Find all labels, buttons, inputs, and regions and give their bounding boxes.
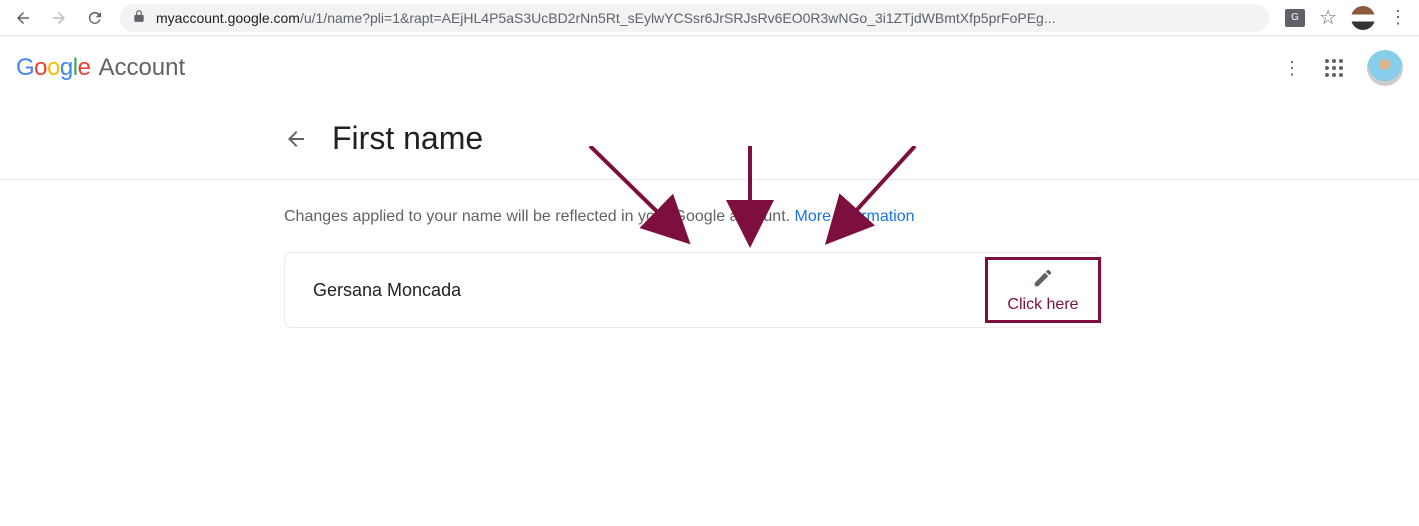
more-information-link[interactable]: More information xyxy=(795,208,915,225)
name-value: Gersana Moncada xyxy=(313,280,461,301)
logo-letter: g xyxy=(60,54,73,81)
bookmark-star-icon[interactable]: ☆ xyxy=(1319,5,1337,30)
url-host: myaccount.google.com xyxy=(156,10,300,26)
logo-letter: G xyxy=(16,54,34,81)
google-logo[interactable]: Google Account xyxy=(16,54,185,82)
chrome-right: G ☆ ⋮ xyxy=(1285,5,1405,30)
description-text: Changes applied to your name will be ref… xyxy=(284,208,795,225)
google-header: Google Account ⋮ xyxy=(0,36,1419,100)
name-card[interactable]: Gersana Moncada Click here xyxy=(284,252,1102,328)
back-button[interactable] xyxy=(14,9,32,27)
account-avatar[interactable] xyxy=(1367,50,1403,86)
google-apps-icon[interactable] xyxy=(1325,59,1343,77)
url-text: myaccount.google.com/u/1/name?pli=1&rapt… xyxy=(156,10,1056,26)
lock-icon xyxy=(132,9,146,26)
chrome-profile-avatar[interactable] xyxy=(1351,6,1375,30)
logo-letter: o xyxy=(34,54,47,81)
annotation-box: Click here xyxy=(985,257,1101,323)
account-word: Account xyxy=(98,54,185,82)
chrome-menu-icon[interactable]: ⋮ xyxy=(1389,7,1405,28)
page-back-button[interactable] xyxy=(284,127,308,151)
content: Changes applied to your name will be ref… xyxy=(0,180,1419,328)
address-bar[interactable]: myaccount.google.com/u/1/name?pli=1&rapt… xyxy=(120,4,1269,32)
translate-icon[interactable]: G xyxy=(1285,9,1305,27)
logo-letter: e xyxy=(78,54,91,81)
edit-pencil-icon[interactable] xyxy=(1032,267,1054,294)
logo-letter: o xyxy=(47,54,60,81)
browser-chrome: myaccount.google.com/u/1/name?pli=1&rapt… xyxy=(0,0,1419,36)
title-row: First name xyxy=(0,100,1419,179)
forward-button[interactable] xyxy=(50,9,68,27)
google-header-right: ⋮ xyxy=(1283,50,1403,86)
page-title: First name xyxy=(332,120,483,157)
page-options-icon[interactable]: ⋮ xyxy=(1283,58,1301,79)
nav-icons xyxy=(14,9,104,27)
url-path: /u/1/name?pli=1&rapt=AEjHL4P5aS3UcBD2rNn… xyxy=(300,10,1056,26)
annotation-label: Click here xyxy=(1007,296,1078,314)
reload-button[interactable] xyxy=(86,9,104,27)
description-row: Changes applied to your name will be ref… xyxy=(284,208,1419,226)
